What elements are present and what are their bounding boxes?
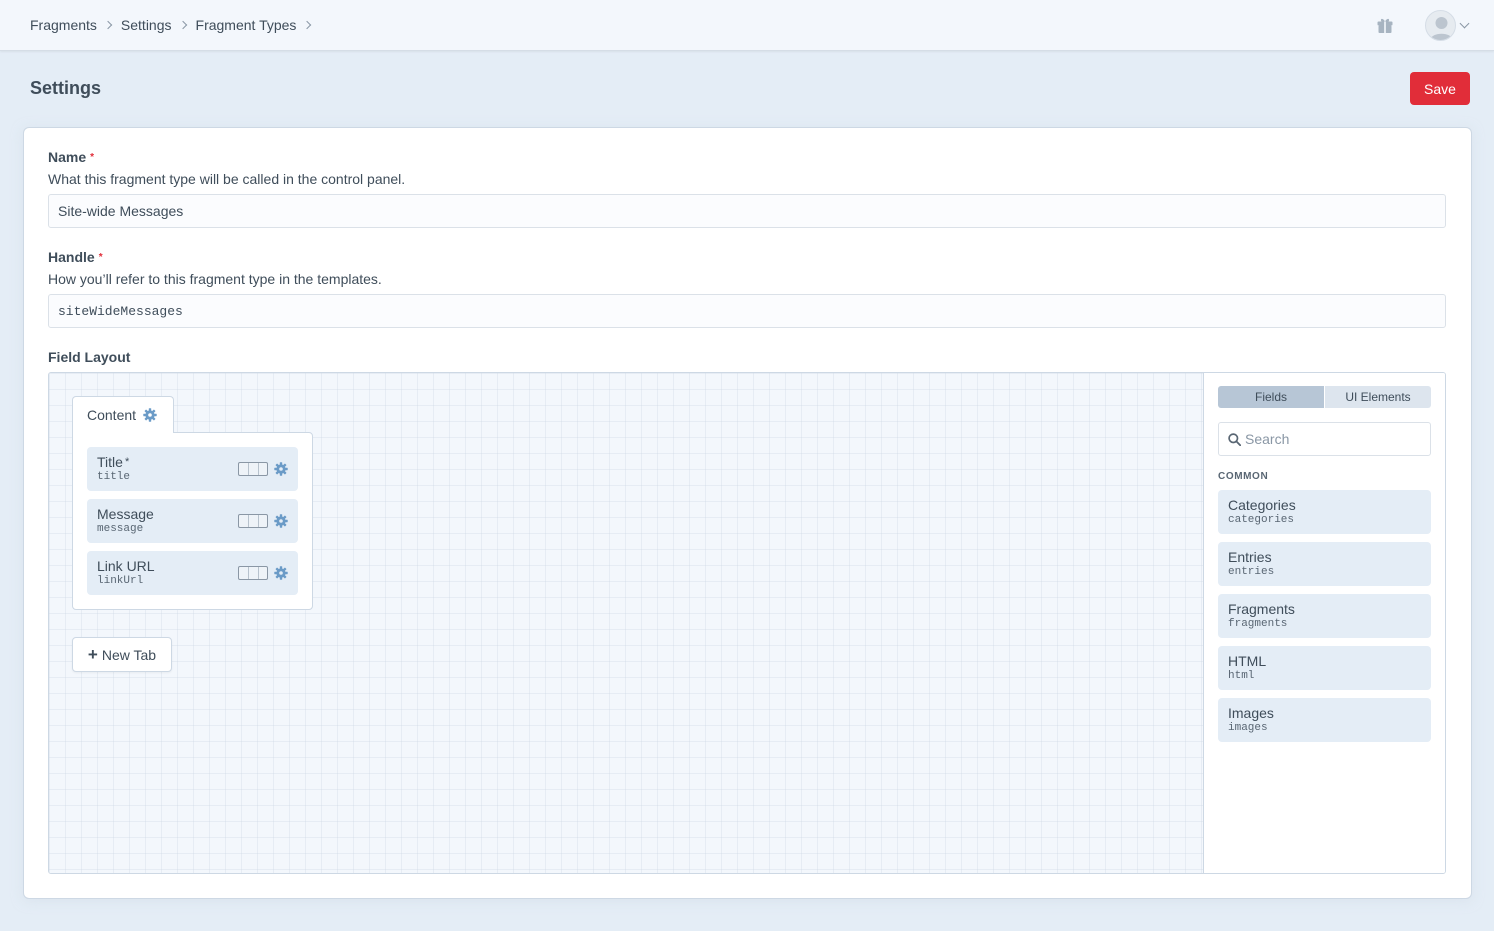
tab-content-body: Title * title Message message Link URL l… [72, 432, 313, 610]
field-layout-designer: Content Title * title Message message Li… [48, 372, 1446, 874]
layout-field-message[interactable]: Message message [87, 499, 298, 543]
field-width-icon[interactable] [238, 566, 268, 580]
library-field-handle: fragments [1228, 618, 1288, 630]
breadcrumb-item-settings[interactable]: Settings [121, 17, 172, 33]
gear-icon[interactable] [143, 408, 157, 422]
new-tab-button[interactable]: + New Tab [72, 637, 172, 672]
breadcrumb-item-fragments[interactable]: Fragments [30, 17, 97, 33]
search-icon [1228, 433, 1241, 446]
chevron-right-icon[interactable] [303, 20, 312, 30]
name-instructions: What this fragment type will be called i… [48, 171, 406, 187]
library-field-name: Categories [1228, 497, 1296, 513]
library-field-handle: html [1228, 670, 1255, 682]
library-field-handle: images [1228, 722, 1268, 734]
handle-label-text: Handle [48, 249, 95, 265]
page-title: Settings [30, 78, 102, 98]
field-name: Title * [97, 454, 129, 470]
field-name: Message [97, 506, 154, 522]
field-width-icon[interactable] [238, 514, 268, 528]
field-handle: message [97, 523, 144, 535]
breadcrumb-label: Settings [120, 17, 172, 33]
tab-fields[interactable]: Fields [1218, 386, 1324, 408]
search-input[interactable] [1245, 423, 1425, 455]
library-tab-switcher: Fields UI Elements [1218, 386, 1431, 408]
gear-icon[interactable] [274, 462, 288, 476]
field-width-icon[interactable] [238, 462, 268, 476]
chevron-down-icon[interactable] [1459, 18, 1470, 29]
library-field-categories[interactable]: Categories categories [1218, 490, 1431, 534]
handle-instructions: How you’ll refer to this fragment type i… [48, 271, 382, 287]
new-tab-label: New Tab [101, 646, 157, 663]
library-field-name: HTML [1228, 653, 1267, 669]
gear-icon[interactable] [274, 514, 288, 528]
field-handle: title [97, 471, 131, 483]
chevron-right-icon [103, 20, 113, 30]
required-indicator: * [98, 252, 103, 263]
breadcrumb: Fragments Settings Fragment Types [30, 17, 320, 33]
library-search [1218, 422, 1431, 456]
name-input[interactable] [48, 194, 1446, 228]
library-field-images[interactable]: Images images [1218, 698, 1431, 742]
name-field-label: Name * [48, 149, 94, 165]
field-layout-label: Field Layout [48, 349, 131, 365]
library-field-handle: entries [1228, 566, 1275, 578]
library-field-entries[interactable]: Entries entries [1218, 542, 1431, 586]
library-field-html[interactable]: HTML html [1218, 646, 1431, 690]
gear-icon[interactable] [274, 566, 288, 580]
plus-icon: + [87, 644, 98, 664]
save-button[interactable]: Save [1410, 72, 1470, 105]
library-field-name: Images [1228, 705, 1274, 721]
breadcrumb-label: Fragment Types [195, 17, 297, 33]
library-field-handle: categories [1228, 514, 1295, 526]
user-avatar-icon[interactable] [1425, 10, 1456, 41]
breadcrumb-label: Fragments [30, 17, 97, 33]
field-handle: linkUrl [97, 575, 144, 587]
layout-field-title[interactable]: Title * title [87, 447, 298, 491]
gift-icon[interactable] [1376, 16, 1394, 34]
library-group-title: COMMON [1218, 471, 1269, 482]
tab-content[interactable]: Content [72, 396, 174, 433]
layout-canvas: Content Title * title Message message Li… [49, 373, 1204, 873]
name-label-text: Name [48, 149, 87, 165]
required-indicator: * [90, 152, 95, 163]
library-field-name: Fragments [1228, 601, 1295, 617]
tab-label: Content [87, 407, 137, 423]
field-library-sidebar: Fields UI Elements COMMON Categories cat… [1204, 373, 1445, 873]
tab-ui-elements[interactable]: UI Elements [1324, 386, 1431, 408]
settings-card: Name * What this fragment type will be ca… [24, 128, 1471, 898]
field-name: Link URL [97, 558, 155, 574]
handle-input[interactable] [48, 294, 1446, 328]
breadcrumb-item-fragment-types[interactable]: Fragment Types [196, 17, 297, 33]
top-bar: Fragments Settings Fragment Types [0, 0, 1494, 51]
required-indicator: * [124, 456, 130, 468]
field-name-text: Title [97, 454, 123, 470]
handle-field-label: Handle * [48, 249, 103, 265]
library-field-name: Entries [1228, 549, 1272, 565]
layout-field-link-url[interactable]: Link URL linkUrl [87, 551, 298, 595]
chevron-right-icon [178, 20, 187, 30]
library-field-fragments[interactable]: Fragments fragments [1218, 594, 1431, 638]
